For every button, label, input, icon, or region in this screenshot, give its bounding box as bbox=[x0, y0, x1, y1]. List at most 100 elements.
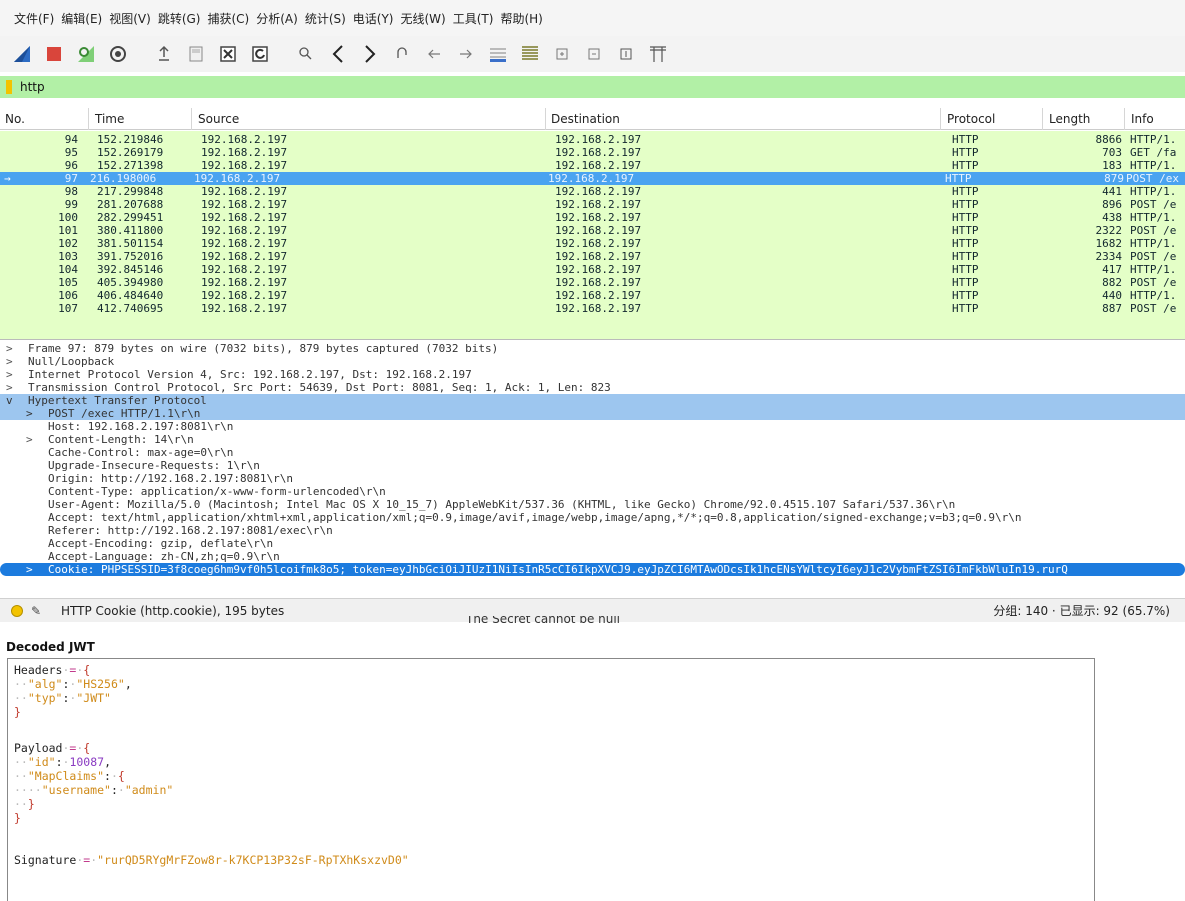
detail-line[interactable]: > Transmission Control Protocol, Src Port… bbox=[0, 381, 1185, 394]
main-toolbar bbox=[0, 36, 1185, 72]
zoom-in-icon[interactable] bbox=[550, 42, 574, 66]
cell-time: 281.207688 bbox=[97, 198, 164, 211]
menu-item-9[interactable]: 工具(T) bbox=[453, 10, 494, 27]
packet-row[interactable]: 98 217.299848 192.168.2.197 192.168.2.197 HT… bbox=[0, 185, 1185, 198]
expand-right-icon[interactable]: > bbox=[6, 381, 13, 394]
menu-item-10[interactable]: 帮助(H) bbox=[500, 10, 542, 27]
bookmark-icon[interactable] bbox=[6, 80, 12, 94]
colorize-icon[interactable] bbox=[518, 42, 542, 66]
find-packet-icon[interactable] bbox=[294, 42, 318, 66]
detail-line[interactable]: Accept-Language: zh-CN,zh;q=0.9\r\n bbox=[0, 550, 1185, 563]
detail-line[interactable]: User-Agent: Mozilla/5.0 (Macintosh; Inte… bbox=[0, 498, 1185, 511]
jwt-mapclaims-line: ··"MapClaims":·{ bbox=[14, 769, 125, 783]
display-filter-input[interactable]: http bbox=[20, 80, 45, 94]
packet-row[interactable]: 99 281.207688 192.168.2.197 192.168.2.197 HT… bbox=[0, 198, 1185, 211]
go-forward-icon[interactable] bbox=[358, 42, 382, 66]
cell-dst: 192.168.2.197 bbox=[555, 224, 642, 237]
packet-row[interactable]: 94 152.219846 192.168.2.197 192.168.2.197 HT… bbox=[0, 133, 1185, 146]
expand-right-icon[interactable]: > bbox=[26, 433, 33, 446]
packet-row[interactable]: 106 406.484640 192.168.2.197 192.168.2.197 H… bbox=[0, 289, 1185, 302]
packet-details-pane[interactable]: > Frame 97: 879 bytes on wire (7032 bits)… bbox=[0, 339, 1185, 598]
column-header-source[interactable]: Source bbox=[198, 112, 239, 126]
packet-row[interactable]: 103 391.752016 192.168.2.197 192.168.2.197 H… bbox=[0, 250, 1185, 263]
expand-right-icon[interactable]: > bbox=[26, 563, 33, 576]
edit-comment-icon[interactable]: ✎ bbox=[31, 604, 45, 618]
expand-right-icon[interactable]: > bbox=[26, 407, 33, 420]
close-file-icon[interactable] bbox=[216, 42, 240, 66]
resize-columns-icon[interactable] bbox=[646, 42, 670, 66]
cell-len: 440 bbox=[1102, 289, 1122, 302]
zoom-out-icon[interactable] bbox=[582, 42, 606, 66]
auto-scroll-icon[interactable] bbox=[486, 42, 510, 66]
packet-row[interactable]: 101 380.411800 192.168.2.197 192.168.2.197 H… bbox=[0, 224, 1185, 237]
menu-item-8[interactable]: 无线(W) bbox=[401, 10, 446, 27]
reload-file-icon[interactable] bbox=[248, 42, 272, 66]
packet-row[interactable]: 100 282.299451 192.168.2.197 192.168.2.197 H… bbox=[0, 211, 1185, 224]
detail-line[interactable]: > POST /exec HTTP/1.1\r\n bbox=[0, 407, 1185, 420]
jwt-mapclaims-close: ··} bbox=[14, 797, 35, 811]
detail-line[interactable]: Cache-Control: max-age=0\r\n bbox=[0, 446, 1185, 459]
column-header-length[interactable]: Length bbox=[1049, 112, 1090, 126]
menu-item-1[interactable]: 编辑(E) bbox=[61, 10, 102, 27]
go-back-icon[interactable] bbox=[326, 42, 350, 66]
normal-size-icon[interactable] bbox=[614, 42, 638, 66]
expand-right-icon[interactable]: > bbox=[6, 342, 13, 355]
packet-row[interactable]: 107 412.740695 192.168.2.197 192.168.2.197 H… bbox=[0, 302, 1185, 315]
column-header-info[interactable]: Info bbox=[1131, 112, 1154, 126]
cell-no: 98 bbox=[64, 185, 78, 198]
menu-item-0[interactable]: 文件(F) bbox=[14, 10, 54, 27]
save-file-icon[interactable] bbox=[184, 42, 208, 66]
detail-line[interactable]: v Hypertext Transfer Protocol bbox=[0, 394, 1185, 407]
detail-line[interactable]: > Cookie: PHPSESSID=3f8coeg6hm9vf0h5lcoif… bbox=[0, 563, 1185, 576]
detail-line[interactable]: Accept: text/html,application/xhtml+xml,… bbox=[0, 511, 1185, 524]
cell-len: 879 bbox=[1104, 172, 1124, 185]
cell-proto: HTTP bbox=[945, 172, 972, 185]
column-header-destination[interactable]: Destination bbox=[551, 112, 620, 126]
expert-info-icon[interactable] bbox=[11, 604, 23, 617]
packet-row[interactable]: 105 405.394980 192.168.2.197 192.168.2.197 H… bbox=[0, 276, 1185, 289]
detail-line[interactable]: > Frame 97: 879 bytes on wire (7032 bits)… bbox=[0, 342, 1185, 355]
cell-proto: HTTP bbox=[952, 276, 979, 289]
cell-no: 100 bbox=[58, 211, 78, 224]
restart-capture-icon[interactable] bbox=[74, 42, 98, 66]
detail-line[interactable]: Origin: http://192.168.2.197:8081\r\n bbox=[0, 472, 1185, 485]
cell-no: 105 bbox=[58, 276, 78, 289]
menu-item-5[interactable]: 分析(A) bbox=[256, 10, 298, 27]
detail-line[interactable]: Content-Type: application/x-www-form-url… bbox=[0, 485, 1185, 498]
detail-line[interactable]: > Null/Loopback bbox=[0, 355, 1185, 368]
detail-line[interactable]: Referer: http://192.168.2.197:8081/exec\… bbox=[0, 524, 1185, 537]
cell-no: 99 bbox=[64, 198, 78, 211]
packet-row[interactable]: 96 152.271398 192.168.2.197 192.168.2.197 HT… bbox=[0, 159, 1185, 172]
detail-line[interactable]: Accept-Encoding: gzip, deflate\r\n bbox=[0, 537, 1185, 550]
menu-item-2[interactable]: 视图(V) bbox=[109, 10, 151, 27]
go-to-packet-icon[interactable] bbox=[390, 42, 414, 66]
capture-options-icon[interactable] bbox=[106, 42, 130, 66]
column-header-time[interactable]: Time bbox=[95, 112, 124, 126]
column-header-protocol[interactable]: Protocol bbox=[947, 112, 995, 126]
menu-item-3[interactable]: 跳转(G) bbox=[158, 10, 201, 27]
packet-list[interactable]: 94 152.219846 192.168.2.197 192.168.2.197 HT… bbox=[0, 131, 1185, 339]
packet-row[interactable]: 95 152.269179 192.168.2.197 192.168.2.197 HT… bbox=[0, 146, 1185, 159]
stop-capture-icon[interactable] bbox=[42, 42, 66, 66]
menu-item-6[interactable]: 统计(S) bbox=[305, 10, 346, 27]
first-packet-icon[interactable] bbox=[422, 42, 446, 66]
detail-line[interactable]: Upgrade-Insecure-Requests: 1\r\n bbox=[0, 459, 1185, 472]
detail-text: Null/Loopback bbox=[28, 355, 115, 368]
packet-row[interactable]: 104 392.845146 192.168.2.197 192.168.2.197 H… bbox=[0, 263, 1185, 276]
cell-info: POST /e bbox=[1130, 302, 1177, 315]
menu-item-7[interactable]: 电话(Y) bbox=[353, 10, 394, 27]
packet-row[interactable]: 102 381.501154 192.168.2.197 192.168.2.197 H… bbox=[0, 237, 1185, 250]
expand-down-icon[interactable]: v bbox=[6, 394, 13, 407]
expand-right-icon[interactable]: > bbox=[6, 355, 13, 368]
expand-right-icon[interactable]: > bbox=[6, 368, 13, 381]
last-packet-icon[interactable] bbox=[454, 42, 478, 66]
shark-fin-start-icon[interactable] bbox=[10, 42, 34, 66]
detail-line[interactable]: > Internet Protocol Version 4, Src: 192.1… bbox=[0, 368, 1185, 381]
display-filter-bar[interactable]: http bbox=[0, 76, 1185, 98]
detail-line[interactable]: Host: 192.168.2.197:8081\r\n bbox=[0, 420, 1185, 433]
column-header-no[interactable]: No. bbox=[5, 112, 25, 126]
packet-row-selected[interactable]: → 97 216.198006 192.168.2.197 192.168.2.197 H… bbox=[0, 172, 1185, 185]
open-file-icon[interactable] bbox=[152, 42, 176, 66]
menu-item-4[interactable]: 捕获(C) bbox=[207, 10, 249, 27]
detail-line[interactable]: > Content-Length: 14\r\n bbox=[0, 433, 1185, 446]
